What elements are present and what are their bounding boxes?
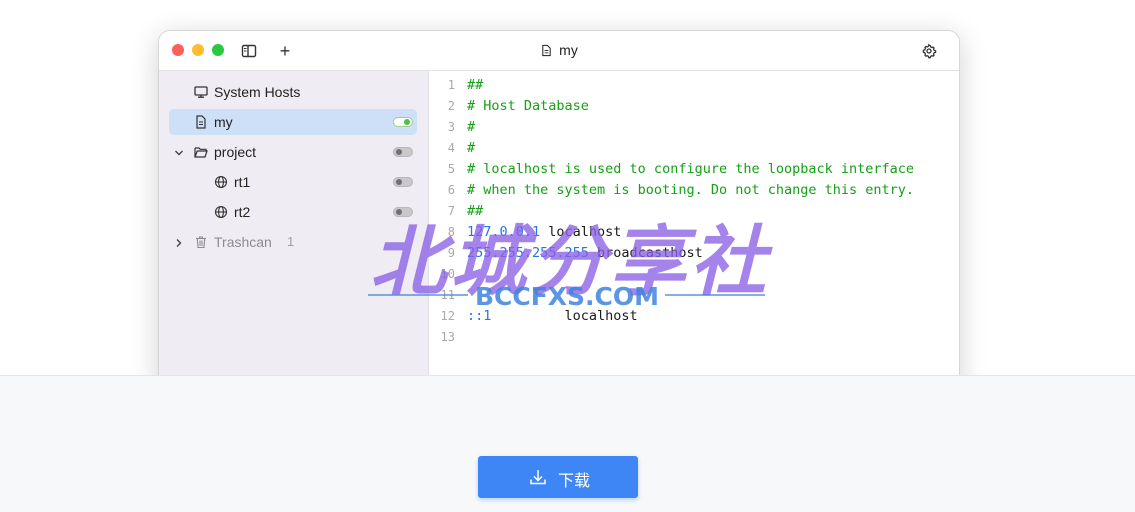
sidebar-item-project[interactable]: project <box>169 139 417 165</box>
gear-icon[interactable] <box>919 41 939 61</box>
document-icon <box>540 44 553 60</box>
trash-count-badge: 1 <box>287 234 295 249</box>
editor-line: 6 # when the system is booting. Do not ch… <box>447 182 915 198</box>
monitor-icon <box>193 84 209 100</box>
sidebar-item-label: rt1 <box>234 174 251 190</box>
editor-line: 3 # <box>447 119 476 135</box>
globe-icon <box>213 174 229 190</box>
editor-line: 13 <box>440 330 455 344</box>
sidebar-item-my[interactable]: my <box>169 109 417 135</box>
trash-icon <box>193 234 209 250</box>
folder-open-icon <box>193 144 209 160</box>
sidebar-item-system-hosts[interactable]: System Hosts <box>169 79 417 105</box>
watermark-divider-left <box>368 294 468 296</box>
download-icon <box>528 467 548 487</box>
sidebar-item-label: project <box>214 144 257 160</box>
host-enabled-toggle[interactable] <box>393 117 413 127</box>
host-enabled-toggle[interactable] <box>393 177 413 187</box>
host-enabled-toggle[interactable] <box>393 147 413 157</box>
sidebar-item-label: Trashcan <box>214 234 272 250</box>
sidebar-item-label: my <box>214 114 233 130</box>
title-bar: + my <box>159 31 959 71</box>
download-button-label: 下载 <box>558 473 591 490</box>
window-title: my <box>159 42 959 60</box>
window-title-text: my <box>559 42 578 58</box>
sidebar-item-label: System Hosts <box>214 84 301 100</box>
chevron-down-icon[interactable] <box>173 146 185 158</box>
sidebar-item-label: rt2 <box>234 204 251 220</box>
chevron-right-icon[interactable] <box>173 236 185 248</box>
download-button[interactable]: 下载 <box>478 456 638 498</box>
document-icon <box>193 114 209 130</box>
sidebar-item-rt1[interactable]: rt1 <box>169 169 417 195</box>
watermark-divider-right <box>665 294 765 296</box>
watermark-url-text: BCCFXS.COM <box>474 282 660 311</box>
download-panel: 下载 <box>0 375 1135 512</box>
globe-icon <box>213 204 229 220</box>
editor-line: 2 # Host Database <box>447 98 589 114</box>
editor-line: 1 ## <box>447 77 484 93</box>
editor-line: 4 # <box>447 140 476 156</box>
editor-line: 5 # localhost is used to configure the lo… <box>447 161 915 177</box>
